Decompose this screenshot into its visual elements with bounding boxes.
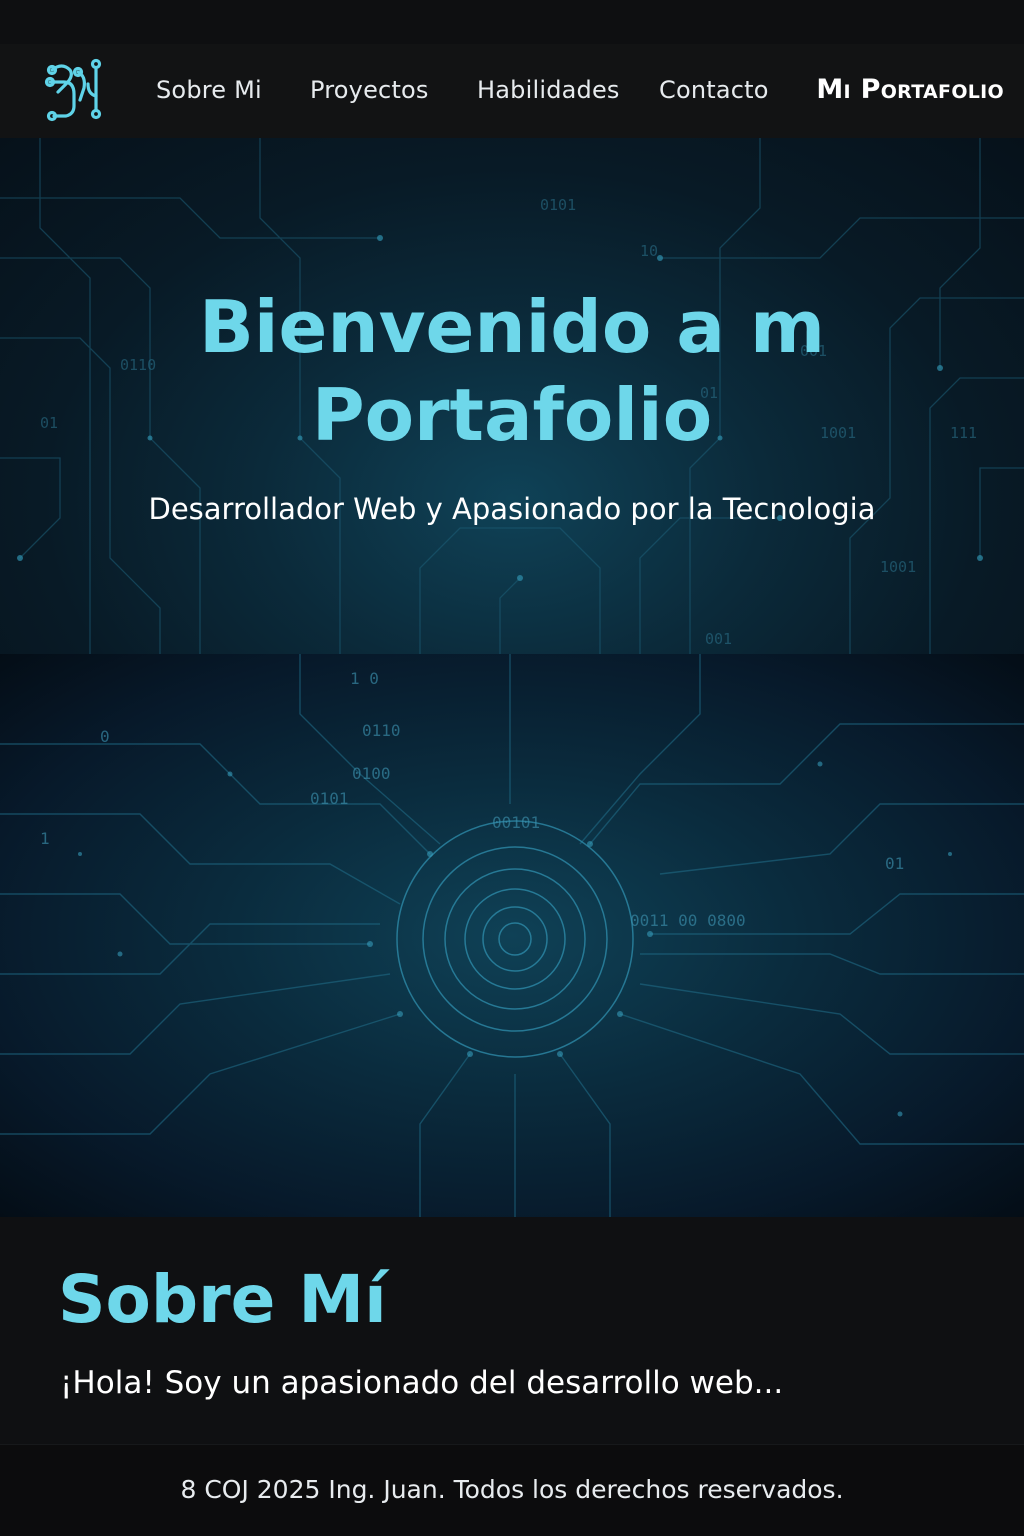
nav-link-proyectos[interactable]: Proyectos: [310, 76, 429, 104]
navbar: Sobre Mi Proyectos Habilidades Contacto …: [0, 44, 1024, 138]
hero-digit: 10: [640, 242, 658, 260]
about-text: ¡Hola! Soy un apasionado del desarrollo …: [60, 1365, 784, 1401]
footer: 8 COJ 2025 Ing. Juan. Todos los derechos…: [0, 1444, 1024, 1536]
banner-digit: 0110: [362, 721, 401, 740]
hero-digit: 001: [705, 630, 732, 648]
hero-subtitle: Desarrollador Web y Apasionado por la Te…: [148, 492, 876, 526]
hero-title-line-2: Portafolio: [311, 373, 713, 457]
about-title: Sobre Mí: [58, 1261, 387, 1338]
nav-link-contacto[interactable]: Contacto: [659, 76, 769, 104]
nav-link-habilidades[interactable]: Habilidades: [477, 76, 620, 104]
top-strip: [0, 0, 1024, 44]
circuit-logo-icon[interactable]: [44, 54, 106, 124]
banner-digit: 0: [100, 727, 110, 746]
hero-digit: 1001: [880, 558, 916, 576]
banner-digit: 01: [885, 854, 904, 873]
about-section: Sobre Mí ¡Hola! Soy un apasionado del de…: [0, 1217, 1024, 1444]
hero-title-line-1: Bienvenido a m: [198, 285, 826, 369]
banner-digit: 0100: [352, 764, 391, 783]
hero-title: Bienvenido a m Portafolio: [0, 283, 1024, 459]
banner-digit: 0011 00 0800: [630, 911, 746, 930]
banner-digit: 00101: [492, 813, 540, 832]
hero-section: 0101 0110 10 001 1001 1001 001 01 01 111…: [0, 138, 1024, 654]
tech-banner-image: 0110 0100 00101 001011 0101 0011 00 0800…: [0, 654, 1024, 1217]
footer-copyright: 8 COJ 2025 Ing. Juan. Todos los derechos…: [180, 1475, 844, 1504]
banner-digit: 1: [40, 829, 50, 848]
circuit-illustration: 0110 0100 00101 001011 0101 0011 00 0800…: [0, 654, 1024, 1217]
hero-digit: 0101: [540, 196, 576, 214]
banner-digit: 1 0: [350, 669, 379, 688]
brand-title[interactable]: Mi Portafolio: [816, 74, 1004, 105]
nav-link-sobre-mi[interactable]: Sobre Mi: [156, 76, 262, 104]
banner-digit: 0101: [310, 789, 349, 808]
